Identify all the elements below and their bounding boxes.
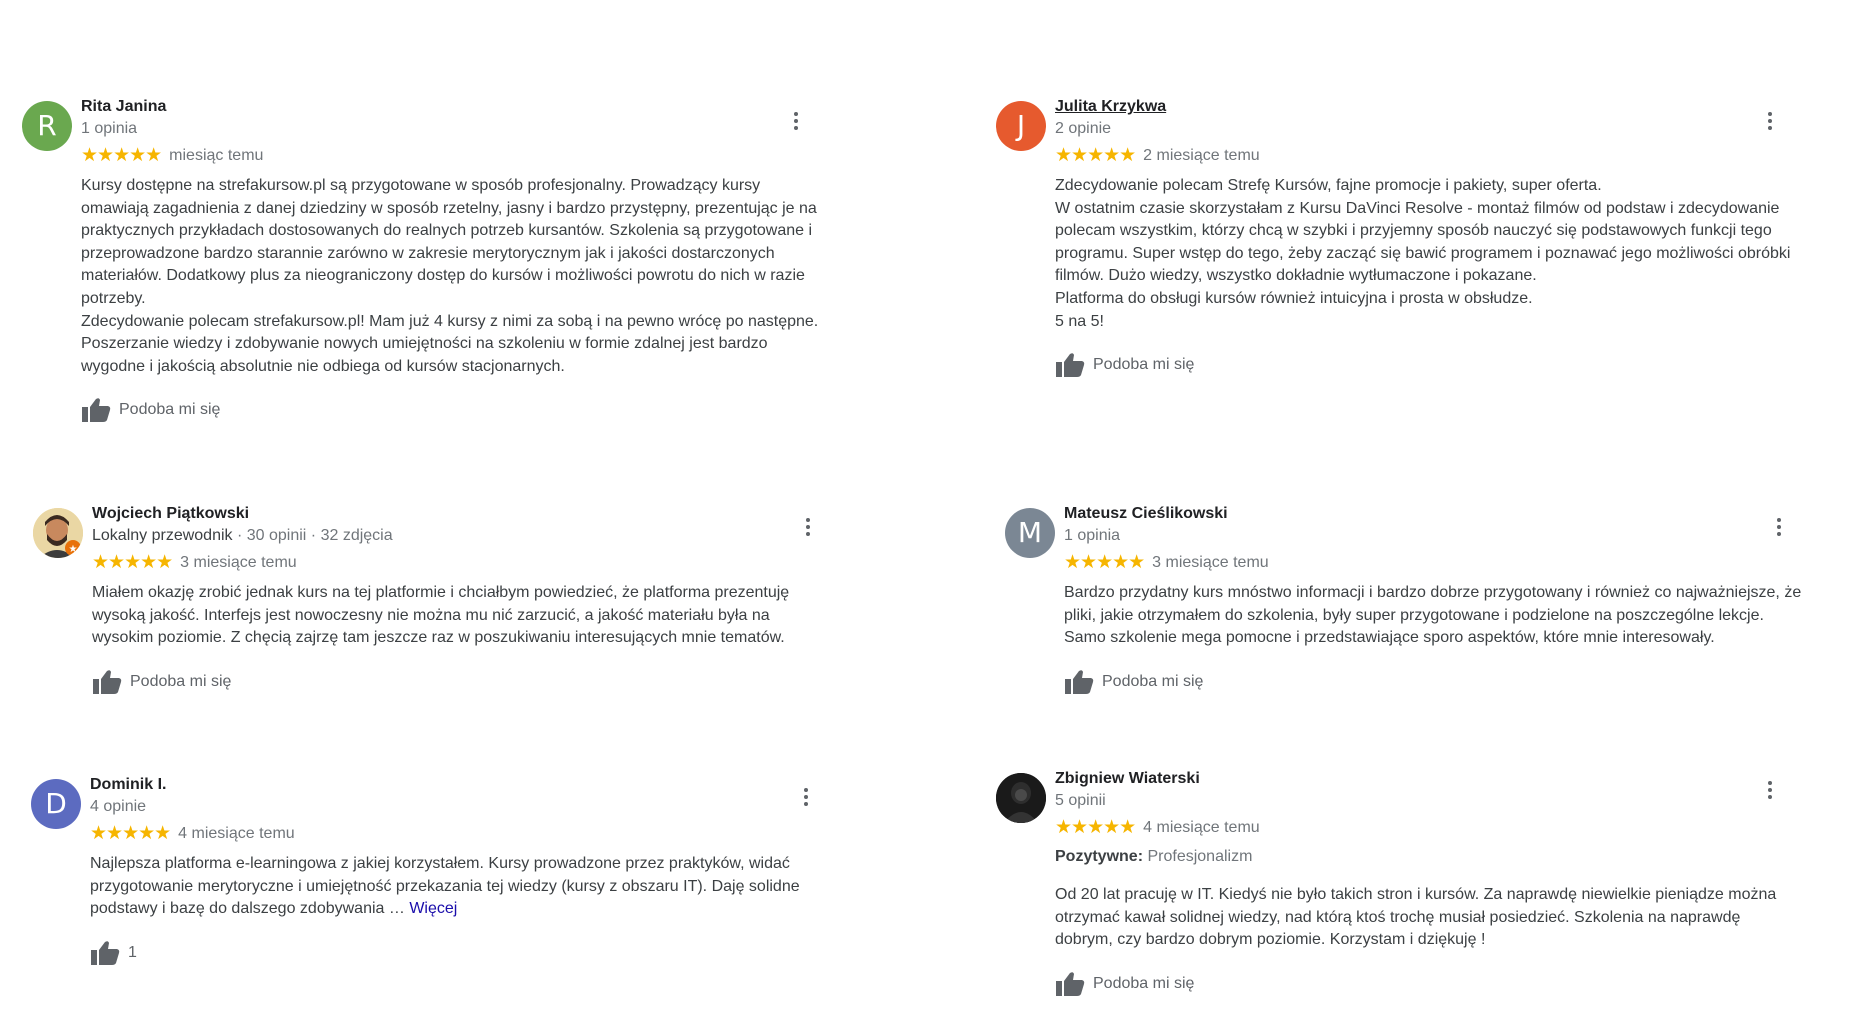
review-content: Julita Krzykwa 2 opinie ★★★★★ 2 miesiące … — [1055, 97, 1790, 379]
svg-text:★: ★ — [69, 544, 78, 555]
more-link[interactable]: Więcej — [409, 900, 457, 917]
like-button[interactable]: Podoba mi się — [1055, 351, 1790, 379]
thumbs-up-icon — [1055, 352, 1085, 378]
review-content: Dominik I. 4 opinie ★★★★★ 4 miesiące temu… — [90, 775, 800, 967]
rating-row: ★★★★★ 3 miesiące temu — [92, 551, 789, 575]
more-options-icon[interactable] — [1764, 781, 1776, 803]
avatar[interactable] — [996, 773, 1046, 823]
review-text: Zdecydowanie polecam Strefę Kursów, fajn… — [1055, 177, 1791, 330]
star-rating: ★★★★★ — [1055, 817, 1136, 838]
highlight-value: Profesjonalizm — [1147, 848, 1253, 865]
author-meta: 2 opinie — [1055, 120, 1112, 137]
review-text: Bardzo przydatny kurs mnóstwo informacji… — [1064, 584, 1802, 647]
avatar[interactable]: J — [996, 101, 1046, 151]
review-date: 2 miesiące temu — [1143, 147, 1260, 164]
more-options-icon[interactable] — [800, 788, 812, 810]
review-content: Rita Janina 1 opinia ★★★★★ miesiąc temu K… — [81, 97, 818, 424]
rating-row: ★★★★★ 4 miesiące temu — [1055, 816, 1776, 840]
rating-row: ★★★★★ miesiąc temu — [81, 144, 818, 168]
local-guide-label: Lokalny przewodnik — [92, 527, 233, 544]
author-name[interactable]: Julita Krzykwa — [1055, 97, 1790, 117]
thumbs-up-icon — [90, 940, 120, 966]
highlight-label: Pozytywne: — [1055, 848, 1144, 865]
review-content: Wojciech Piątkowski Lokalny przewodnik ·… — [92, 504, 789, 696]
like-label: Podoba mi się — [1093, 356, 1195, 374]
rating-row: ★★★★★ 4 miesiące temu — [90, 822, 800, 846]
avatar[interactable]: ★ — [33, 508, 83, 558]
author-meta: 5 opinii — [1055, 792, 1106, 809]
avatar[interactable]: M — [1005, 508, 1055, 558]
review-highlight: Pozytywne: Profesjonalizm — [1055, 846, 1776, 868]
review-text: Miałem okazję zrobić jednak kurs na tej … — [92, 584, 790, 647]
review-content: Mateusz Cieślikowski 1 opinia ★★★★★ 3 mie… — [1064, 504, 1801, 696]
more-options-icon[interactable] — [1773, 518, 1785, 540]
review-content: Zbigniew Wiaterski 5 opinii ★★★★★ 4 miesi… — [1055, 769, 1776, 998]
like-button[interactable]: Podoba mi się — [92, 668, 789, 696]
review-date: miesiąc temu — [169, 147, 264, 164]
author-name[interactable]: Dominik I. — [90, 775, 800, 795]
like-count: 1 — [128, 943, 137, 961]
author-stats: · 30 opinii · 32 zdjęcia — [232, 527, 393, 544]
review-date: 3 miesiące temu — [1152, 554, 1269, 571]
star-rating: ★★★★★ — [1055, 145, 1136, 166]
thumbs-up-icon — [1055, 971, 1085, 997]
more-options-icon[interactable] — [1764, 112, 1776, 134]
author-name[interactable]: Wojciech Piątkowski — [92, 504, 789, 524]
author-meta: 4 opinie — [90, 798, 147, 815]
rating-row: ★★★★★ 2 miesiące temu — [1055, 144, 1790, 168]
more-options-icon[interactable] — [802, 518, 814, 540]
author-meta: 1 opinia — [1064, 527, 1121, 544]
like-button[interactable]: 1 — [90, 939, 800, 967]
star-rating: ★★★★★ — [1064, 552, 1145, 573]
thumbs-up-icon — [81, 397, 111, 423]
thumbs-up-icon — [1064, 669, 1094, 695]
star-rating: ★★★★★ — [81, 145, 162, 166]
author-meta: Lokalny przewodnik · 30 opinii · 32 zdję… — [92, 525, 789, 547]
author-name[interactable]: Zbigniew Wiaterski — [1055, 769, 1776, 789]
like-button[interactable]: Podoba mi się — [1064, 668, 1801, 696]
rating-row: ★★★★★ 3 miesiące temu — [1064, 551, 1801, 575]
author-name[interactable]: Rita Janina — [81, 97, 818, 117]
review-date: 3 miesiące temu — [180, 554, 297, 571]
more-options-icon[interactable] — [790, 112, 802, 134]
avatar[interactable]: R — [22, 101, 72, 151]
review-text: Kursy dostępne na strefakursow.pl są prz… — [81, 177, 819, 375]
review-date: 4 miesiące temu — [178, 825, 295, 842]
like-label: Podoba mi się — [119, 401, 221, 419]
review-text: Najlepsza platforma e-learningowa z jaki… — [90, 853, 800, 921]
like-label: Podoba mi się — [1093, 974, 1195, 992]
like-button[interactable]: Podoba mi się — [81, 396, 818, 424]
author-name[interactable]: Mateusz Cieślikowski — [1064, 504, 1801, 524]
author-meta: 1 opinia — [81, 120, 138, 137]
review-text: Od 20 lat pracuję w IT. Kiedyś nie było … — [1055, 886, 1777, 949]
like-label: Podoba mi się — [130, 672, 232, 690]
review-date: 4 miesiące temu — [1143, 819, 1260, 836]
star-rating: ★★★★★ — [92, 552, 173, 573]
like-button[interactable]: Podoba mi się — [1055, 970, 1776, 998]
like-label: Podoba mi się — [1102, 672, 1204, 690]
star-rating: ★★★★★ — [90, 823, 171, 844]
avatar[interactable]: D — [31, 779, 81, 829]
thumbs-up-icon — [92, 669, 122, 695]
